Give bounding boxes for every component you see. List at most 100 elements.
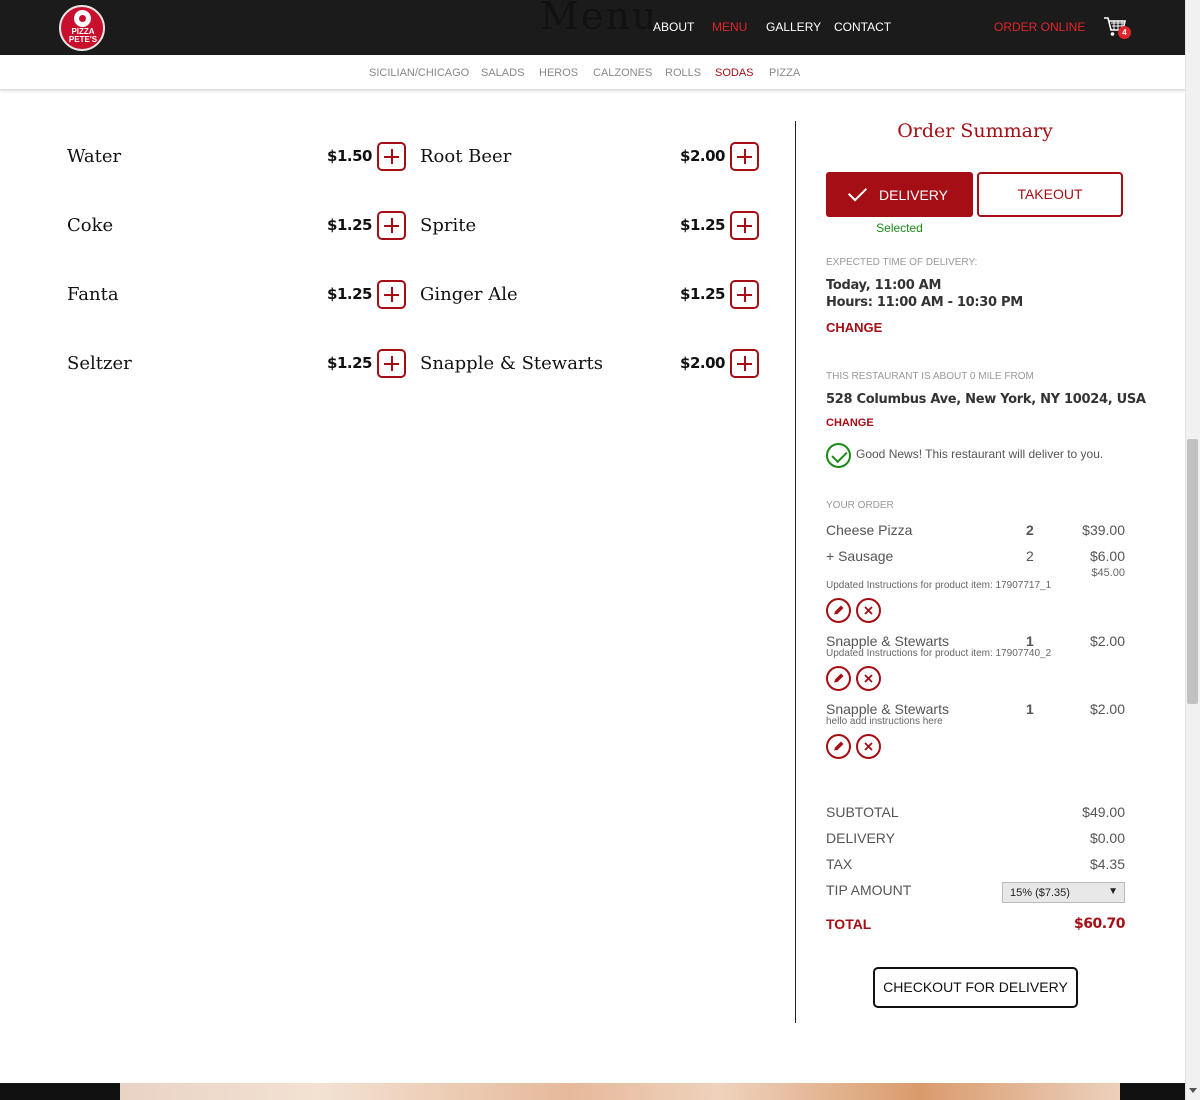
logo-text: PIZZA PETE'S	[63, 28, 103, 44]
menu-item-price: $1.50	[327, 147, 372, 165]
tip-amount-select[interactable]: 15% ($7.35) ▼	[1002, 882, 1125, 903]
menu-item-name: Root Beer	[420, 146, 512, 167]
menu-item-price: $1.25	[327, 354, 372, 372]
column-divider	[795, 121, 796, 1023]
pizza-petes-logo[interactable]: PIZZA PETE'S	[59, 5, 105, 51]
check-icon	[847, 182, 868, 202]
total-value: $60.70	[1073, 916, 1126, 932]
delivery-fee-value: $0.00	[1089, 830, 1125, 846]
scroll-down-arrow-icon[interactable]	[1189, 1088, 1197, 1093]
menu-item-price: $2.00	[680, 147, 725, 165]
category-pizza[interactable]: PIZZA	[769, 67, 800, 79]
order-item-qty: 2	[1026, 522, 1034, 538]
order-topping-name: + Sausage	[826, 548, 894, 564]
delivery-address: 528 Columbus Ave, New York, NY 10024, US…	[826, 392, 1146, 407]
order-item-qty: 1	[1026, 633, 1034, 649]
add-sprite-button[interactable]	[730, 211, 759, 240]
category-calzones[interactable]: CALZONES	[593, 67, 652, 79]
add-fanta-button[interactable]	[377, 280, 406, 309]
add-root-beer-button[interactable]	[730, 142, 759, 171]
menu-item-name: Fanta	[67, 284, 119, 305]
delivery-button-label: DELIVERY	[879, 187, 948, 203]
nav-menu[interactable]: MENU	[712, 20, 747, 34]
nav-contact[interactable]: CONTACT	[834, 20, 891, 34]
category-sicilian-chicago[interactable]: SICILIAN/CHICAGO	[369, 67, 469, 79]
close-icon	[864, 742, 873, 751]
category-sodas[interactable]: SODAS	[715, 67, 754, 79]
category-rolls[interactable]: ROLLS	[665, 67, 701, 79]
menu-item-price: $1.25	[327, 285, 372, 303]
order-topping-price: $6.00	[1089, 548, 1125, 564]
edit-pizza-button[interactable]	[826, 598, 851, 623]
total-label: TOTAL	[826, 916, 872, 932]
snapple-2-instructions: hello add instructions here	[826, 716, 943, 727]
change-time-link[interactable]: CHANGE	[826, 320, 882, 335]
edit-snapple-1-button[interactable]	[826, 666, 851, 691]
cart-count-badge: 4	[1118, 26, 1131, 39]
checkout-button[interactable]: CHECKOUT FOR DELIVERY	[873, 967, 1078, 1008]
nav-about[interactable]: ABOUT	[653, 20, 694, 34]
top-navbar: PIZZA PETE'S Menu ABOUT MENU GALLERY CON…	[0, 0, 1185, 55]
page: PIZZA PETE'S Menu ABOUT MENU GALLERY CON…	[0, 0, 1200, 1100]
order-item-price: $2.00	[1089, 701, 1125, 717]
tip-selected-value: 15% ($7.35)	[1010, 887, 1070, 899]
close-icon	[864, 674, 873, 683]
tax-label: TAX	[826, 856, 853, 872]
tip-label: TIP AMOUNT	[826, 882, 912, 898]
remove-snapple-2-button[interactable]	[856, 734, 881, 759]
delivery-button[interactable]: DELIVERY	[826, 172, 973, 217]
pizza-line-total: $45.00	[1091, 567, 1125, 579]
add-ginger-ale-button[interactable]	[730, 280, 759, 309]
add-coke-button[interactable]	[377, 211, 406, 240]
good-news-message: Good News! This restaurant will deliver …	[856, 447, 1104, 461]
menu-item-price: $1.25	[327, 216, 372, 234]
takeout-button[interactable]: TAKEOUT	[977, 172, 1123, 217]
menu-item-price: $1.25	[680, 285, 725, 303]
category-heros[interactable]: HEROS	[539, 67, 578, 79]
order-item-name: Snapple & Stewarts	[826, 701, 949, 717]
remove-pizza-button[interactable]	[856, 598, 881, 623]
nav-gallery[interactable]: GALLERY	[766, 20, 821, 34]
pencil-icon	[833, 605, 844, 616]
subtotal-label: SUBTOTAL	[826, 804, 899, 820]
dropdown-arrow-icon: ▼	[1108, 886, 1118, 897]
expected-time-label: EXPECTED TIME OF DELIVERY:	[826, 257, 978, 268]
menu-item-price: $2.00	[680, 354, 725, 372]
scrollbar-thumb[interactable]	[1187, 439, 1198, 704]
close-icon	[864, 606, 873, 615]
page-title: Menu	[540, 0, 659, 38]
category-nav: SICILIAN/CHICAGO SALADS HEROS CALZONES R…	[0, 55, 1185, 90]
add-water-button[interactable]	[377, 142, 406, 171]
pizza-instructions: Updated Instructions for product item: 1…	[826, 580, 1052, 591]
order-online-link[interactable]: ORDER ONLINE	[994, 20, 1085, 34]
delivery-fee-label: DELIVERY	[826, 830, 895, 846]
order-item-name: Cheese Pizza	[826, 522, 913, 538]
pizza-background-image	[120, 1083, 1120, 1100]
distance-label: THIS RESTAURANT IS ABOUT 0 MILE FROM	[826, 371, 1034, 382]
add-snapple-stewarts-button[interactable]	[730, 349, 759, 378]
change-address-link[interactable]: CHANGE	[826, 417, 874, 429]
menu-item-price: $1.25	[680, 216, 725, 234]
tax-value: $4.35	[1089, 856, 1125, 872]
edit-snapple-2-button[interactable]	[826, 734, 851, 759]
menu-item-name: Water	[67, 146, 122, 167]
category-salads[interactable]: SALADS	[481, 67, 524, 79]
order-item-price: $2.00	[1089, 633, 1125, 649]
order-item-qty: 1	[1026, 701, 1034, 717]
order-summary-title: Order Summary	[897, 120, 1053, 142]
your-order-label: YOUR ORDER	[826, 500, 894, 511]
remove-snapple-1-button[interactable]	[856, 666, 881, 691]
expected-time-value: Today, 11:00 AM	[826, 278, 942, 293]
order-topping-qty: 2	[1026, 548, 1034, 564]
order-item-price: $39.00	[1082, 522, 1125, 538]
menu-item-name: Coke	[67, 215, 114, 236]
menu-item-name: Snapple & Stewarts	[420, 353, 604, 374]
order-line-cheese-pizza: Cheese Pizza 2 $39.00	[826, 522, 1125, 540]
snapple-1-instructions: Updated Instructions for product item: 1…	[826, 648, 1052, 659]
hours-text: Hours: 11:00 AM - 10:30 PM	[826, 295, 1023, 310]
pencil-icon	[833, 673, 844, 684]
logo-ball-icon	[74, 10, 91, 27]
success-check-icon	[826, 443, 851, 468]
add-seltzer-button[interactable]	[377, 349, 406, 378]
selected-label: Selected	[876, 221, 923, 235]
